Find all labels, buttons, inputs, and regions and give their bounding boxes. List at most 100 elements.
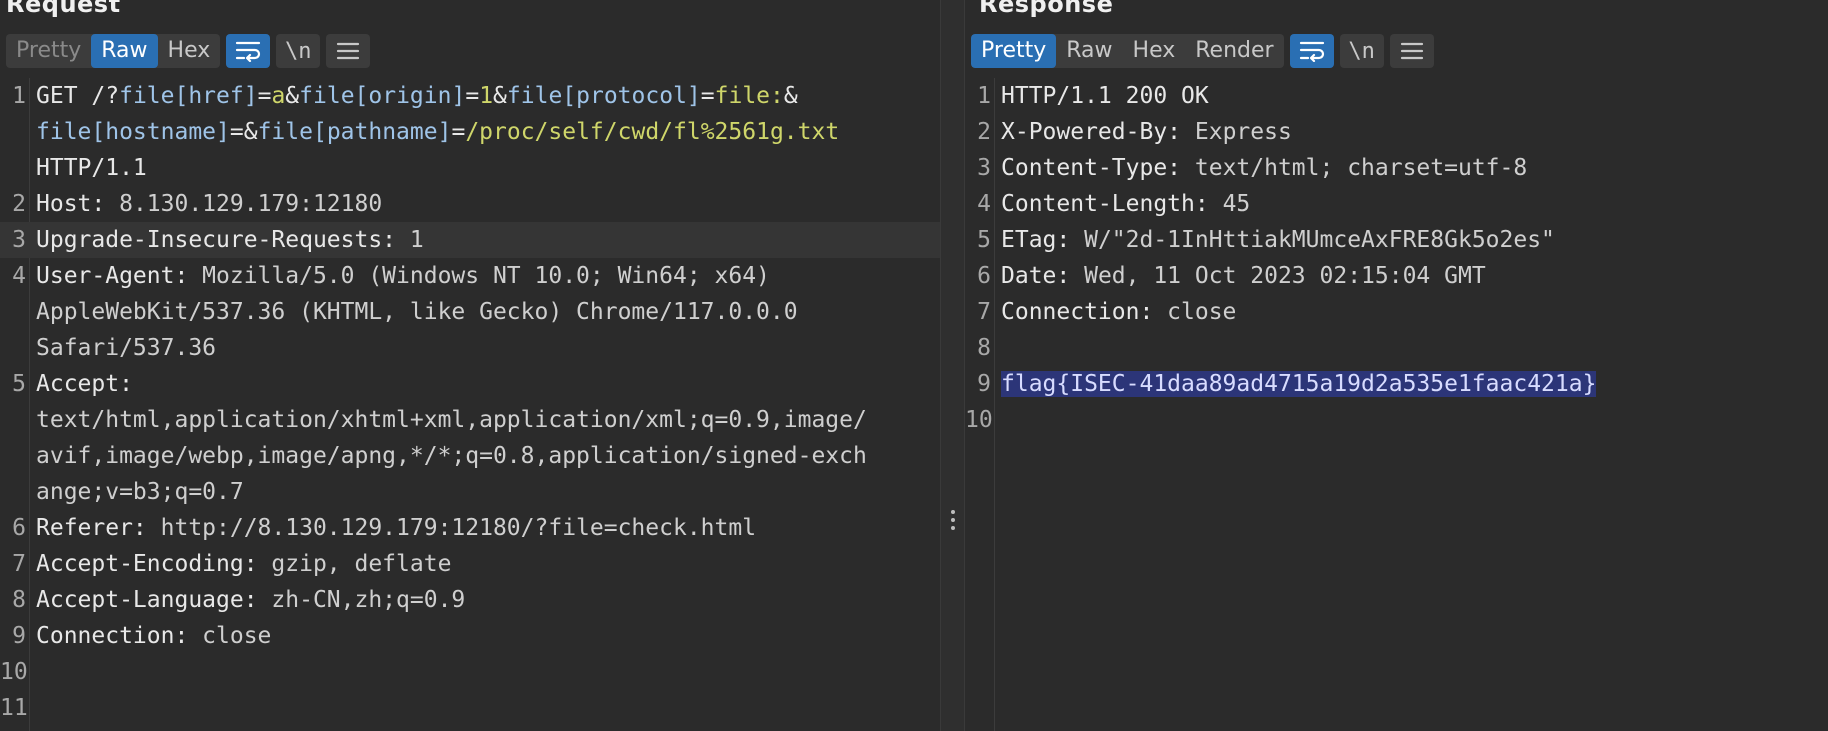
line-content: Date: Wed, 11 Oct 2023 02:15:04 GMT <box>995 258 1815 294</box>
response-wrap-lines-button[interactable] <box>1289 34 1334 68</box>
code-line: 8 <box>965 330 1828 366</box>
menu-icon <box>337 42 360 60</box>
code-token: file[hostname] <box>36 119 230 145</box>
line-content: GET /?file[href]=a&file[origin]=1&file[p… <box>30 78 935 186</box>
code-token: file: <box>714 83 784 109</box>
code-token: Content-Length: <box>1001 191 1223 217</box>
code-token: Accept: <box>36 371 133 397</box>
tab-hex[interactable]: Hex <box>158 34 221 68</box>
tab-render[interactable]: Render <box>1185 34 1283 68</box>
code-token: file[protocol] <box>506 83 701 109</box>
line-content: Content-Type: text/html; charset=utf-8 <box>995 150 1815 186</box>
line-number: 6 <box>12 515 26 541</box>
code-line: 8 Accept-Language: zh-CN,zh;q=0.9 <box>0 582 940 618</box>
request-editor[interactable]: 1 GET /?file[href]=a&file[origin]=1&file[… <box>0 78 940 731</box>
code-token: zh-CN,zh;q=0.9 <box>271 587 466 613</box>
tab-pretty[interactable]: Pretty <box>6 34 91 68</box>
pane-splitter[interactable] <box>940 0 965 731</box>
request-lines: 1 GET /?file[href]=a&file[origin]=1&file[… <box>0 78 940 726</box>
line-number: 3 <box>977 155 991 181</box>
code-token: 1 <box>479 83 494 109</box>
code-token: Content-Type: <box>1001 155 1195 181</box>
response-menu-button[interactable] <box>1389 34 1434 68</box>
code-token: = <box>451 119 466 145</box>
line-number: 2 <box>977 119 991 145</box>
request-toolbar: Pretty Raw Hex \n <box>6 34 371 68</box>
tab-raw[interactable]: Raw <box>91 34 158 68</box>
line-number: 1 <box>977 83 991 109</box>
code-line: 2 Host: 8.130.129.179:12180 <box>0 186 940 222</box>
line-content: Accept-Language: zh-CN,zh;q=0.9 <box>30 582 935 618</box>
code-line: 1 HTTP/1.1 200 OK <box>965 78 1828 114</box>
code-line: 7 Accept-Encoding: gzip, deflate <box>0 546 940 582</box>
line-content: Content-Length: 45 <box>995 186 1815 222</box>
wrap-lines-icon <box>1299 41 1324 62</box>
code-token: a <box>271 83 286 109</box>
line-content: Connection: close <box>995 294 1815 330</box>
line-content: Host: 8.130.129.179:12180 <box>30 186 935 222</box>
line-number: 9 <box>977 371 991 397</box>
line-content: Connection: close <box>30 618 935 654</box>
code-token: Wed, 11 Oct 2023 02:15:04 GMT <box>1084 263 1486 289</box>
line-number: 5 <box>977 227 991 253</box>
code-token: text/html; charset=utf-8 <box>1194 155 1528 181</box>
code-line: 2 X-Powered-By: Express <box>965 114 1828 150</box>
line-content: HTTP/1.1 200 OK <box>995 78 1815 114</box>
request-wrap-lines-button[interactable] <box>226 34 271 68</box>
menu-icon <box>1400 42 1423 60</box>
http-message-viewer: Request Pretty Raw Hex \n 1 GET /?file[href… <box>0 0 1828 731</box>
newline-toggle-icon: \n <box>285 38 312 64</box>
code-token: W/"2d-1InHttiakMUmceAxFRE8Gk5o2es" <box>1084 227 1555 253</box>
line-number: 7 <box>977 299 991 325</box>
response-newline-toggle-button[interactable]: \n <box>1339 34 1384 68</box>
line-number: 1 <box>12 83 26 109</box>
line-number: 9 <box>12 623 26 649</box>
response-lines: 1 HTTP/1.1 200 OK 2 X-Powered-By: Express 3 C… <box>965 78 1828 438</box>
request-title: Request <box>6 0 121 18</box>
tab-hex[interactable]: Hex <box>1123 34 1186 68</box>
line-number: 2 <box>12 191 26 217</box>
code-token: Upgrade-Insecure-Requests: <box>36 227 410 253</box>
line-number: 6 <box>977 263 991 289</box>
line-content: Referer: http://8.130.129.179:12180/?fil… <box>30 510 935 546</box>
code-line: 10 <box>0 654 940 690</box>
tab-pretty[interactable]: Pretty <box>971 34 1057 68</box>
response-editor[interactable]: 1 HTTP/1.1 200 OK 2 X-Powered-By: Express 3 C… <box>965 78 1828 731</box>
code-token: & <box>493 83 507 109</box>
response-title: Response <box>979 0 1114 18</box>
code-token: 8.130.129.179:12180 <box>119 191 383 217</box>
code-line: 3 Content-Type: text/html; charset=utf-8 <box>965 150 1828 186</box>
code-line: 1 GET /?file[href]=a&file[origin]=1&file[… <box>0 78 940 186</box>
newline-toggle-icon: \n <box>1348 38 1375 64</box>
line-number: 11 <box>0 695 28 721</box>
line-content <box>995 330 1815 366</box>
line-number: 4 <box>977 191 991 217</box>
code-line: 9 flag{ISEC-41daa89ad4715a19d2a535e1faac4… <box>965 366 1828 402</box>
line-number: 7 <box>12 551 26 577</box>
line-number: 8 <box>12 587 26 613</box>
request-newline-toggle-button[interactable]: \n <box>276 34 321 68</box>
selected-text: flag{ISEC-41daa89ad4715a19d2a535e1faac42… <box>1001 371 1597 397</box>
code-token: = <box>465 83 480 109</box>
code-token: Date: <box>1001 263 1085 289</box>
tab-raw[interactable]: Raw <box>1056 34 1122 68</box>
code-line: 9 Connection: close <box>0 618 940 654</box>
line-number: 5 <box>12 371 26 397</box>
wrap-lines-icon <box>236 41 261 62</box>
code-line: 5 ETag: W/"2d-1InHttiakMUmceAxFRE8Gk5o2es… <box>965 222 1828 258</box>
code-token: text/html,application/xhtml+xml,applicat… <box>36 407 867 505</box>
code-token: Connection: <box>36 623 203 649</box>
line-content: flag{ISEC-41daa89ad4715a19d2a535e1faac42… <box>995 366 1815 402</box>
request-menu-button[interactable] <box>326 34 371 68</box>
line-number: 3 <box>12 227 26 253</box>
code-token: Accept-Encoding: <box>36 551 272 577</box>
code-token: & <box>285 83 300 109</box>
code-token: Accept-Language: <box>36 587 272 613</box>
line-content: ETag: W/"2d-1InHttiakMUmceAxFRE8Gk5o2es" <box>995 222 1815 258</box>
code-line: 6 Date: Wed, 11 Oct 2023 02:15:04 GMT <box>965 258 1828 294</box>
line-number: 4 <box>12 263 26 289</box>
code-token: = <box>257 83 272 109</box>
code-token: ETag: <box>1001 227 1085 253</box>
code-line: 4 User-Agent: Mozilla/5.0 (Windows NT 10.… <box>0 258 940 366</box>
code-token: GET /? <box>36 83 120 109</box>
